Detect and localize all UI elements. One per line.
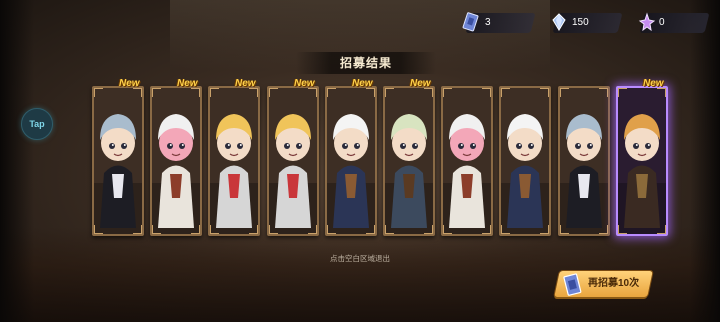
character-card-blonde-fighter-character[interactable] — [208, 86, 260, 236]
character-portrait — [210, 88, 258, 234]
character-card-chef-duplicate[interactable] — [441, 86, 493, 236]
card-frame-corner — [657, 225, 666, 234]
character-card-eggshell-duplicate[interactable] — [499, 86, 551, 236]
recruit-ticket-icon — [563, 273, 582, 296]
purple-star-icon — [638, 12, 656, 32]
character-portrait — [560, 88, 608, 234]
character-portrait — [443, 88, 491, 234]
card-frame-corner — [618, 225, 627, 234]
character-card-maid-character[interactable] — [92, 86, 144, 236]
character-card-eggshell-character[interactable] — [325, 86, 377, 236]
card-frame-corner — [482, 225, 491, 234]
card-frame-corner — [191, 225, 200, 234]
card-frame-corner — [269, 225, 278, 234]
character-card-goggles-engineer-character[interactable] — [616, 86, 668, 236]
character-card-maid-duplicate[interactable] — [558, 86, 610, 236]
card-frame-corner — [540, 225, 549, 234]
card-frame-corner — [210, 225, 219, 234]
character-portrait — [501, 88, 549, 234]
blue-ticket-icon — [462, 12, 479, 32]
character-portrait — [385, 88, 433, 234]
character-portrait — [618, 88, 666, 234]
card-frame-corner — [385, 88, 394, 97]
card-frame-corner — [210, 88, 219, 97]
character-portrait — [152, 88, 200, 234]
card-frame-corner — [540, 88, 549, 97]
new-badge: New — [294, 78, 315, 89]
new-badge: New — [410, 78, 431, 89]
character-card-blonde-fighter-duplicate[interactable] — [267, 86, 319, 236]
new-badge: New — [643, 78, 664, 89]
card-frame-corner — [501, 225, 510, 234]
card-frame-corner — [94, 88, 103, 97]
star-count: 0 — [659, 17, 665, 28]
card-frame-corner — [443, 88, 452, 97]
card-frame-corner — [366, 225, 375, 234]
left-edge-shade — [0, 0, 34, 322]
recruit-again-label[interactable]: 再招募10次 — [588, 271, 639, 297]
page-title: 招募结果 — [339, 56, 392, 70]
card-frame-corner — [599, 88, 608, 97]
right-edge-shade — [690, 0, 720, 322]
character-portrait — [269, 88, 317, 234]
tap-button[interactable]: Tap — [21, 108, 53, 140]
card-frame-corner — [327, 225, 336, 234]
ticket-count: 3 — [485, 17, 491, 28]
card-frame-corner — [424, 225, 433, 234]
card-frame-corner — [152, 225, 161, 234]
new-badge: New — [177, 78, 198, 89]
character-portrait — [94, 88, 142, 234]
card-frame-corner — [308, 225, 317, 234]
new-badge: New — [119, 78, 140, 89]
card-frame-corner — [482, 88, 491, 97]
crystal-count: 150 — [572, 17, 589, 28]
character-card-chef-character[interactable] — [150, 86, 202, 236]
card-frame-corner — [599, 225, 608, 234]
card-frame-corner — [269, 88, 278, 97]
card-frame-corner — [327, 88, 336, 97]
character-card-aviator-character[interactable] — [383, 86, 435, 236]
card-frame-corner — [560, 225, 569, 234]
card-frame-corner — [94, 225, 103, 234]
card-frame-corner — [560, 88, 569, 97]
crystal-gem-icon — [552, 13, 566, 31]
card-frame-corner — [443, 225, 452, 234]
exit-hint: 点击空白区域退出 — [330, 254, 390, 263]
new-badge: New — [235, 78, 256, 89]
card-frame-corner — [501, 88, 510, 97]
card-frame-corner — [249, 225, 258, 234]
card-frame-corner — [133, 225, 142, 234]
card-frame-corner — [152, 88, 161, 97]
new-badge: New — [352, 78, 373, 89]
character-portrait — [327, 88, 375, 234]
card-frame-corner — [385, 225, 394, 234]
card-frame-corner — [618, 88, 627, 97]
